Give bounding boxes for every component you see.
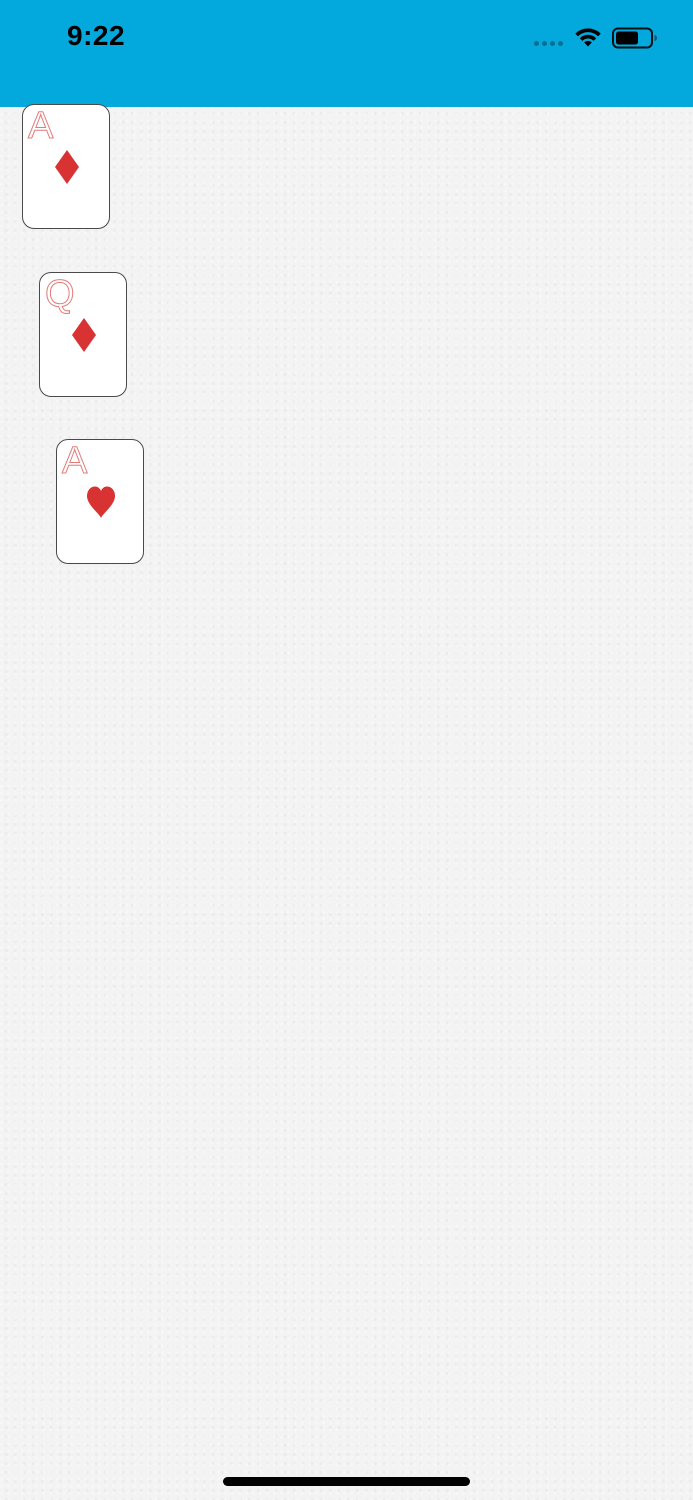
cellular-signal-icon: [534, 41, 563, 46]
status-bar: 9:22: [0, 0, 693, 107]
card-rank: A: [61, 440, 88, 482]
diamond-icon: [55, 150, 79, 184]
heart-icon: [87, 486, 115, 518]
home-indicator[interactable]: [223, 1477, 470, 1486]
diamond-icon: [72, 318, 96, 352]
playing-card[interactable]: A: [56, 439, 144, 564]
playing-card[interactable]: Q: [39, 272, 127, 397]
card-rank: Q: [45, 273, 76, 315]
status-time: 9:22: [67, 20, 126, 51]
playing-card[interactable]: A: [22, 104, 110, 229]
wifi-icon: [575, 28, 601, 47]
card-rank: A: [27, 105, 54, 147]
battery-icon: [612, 27, 657, 49]
